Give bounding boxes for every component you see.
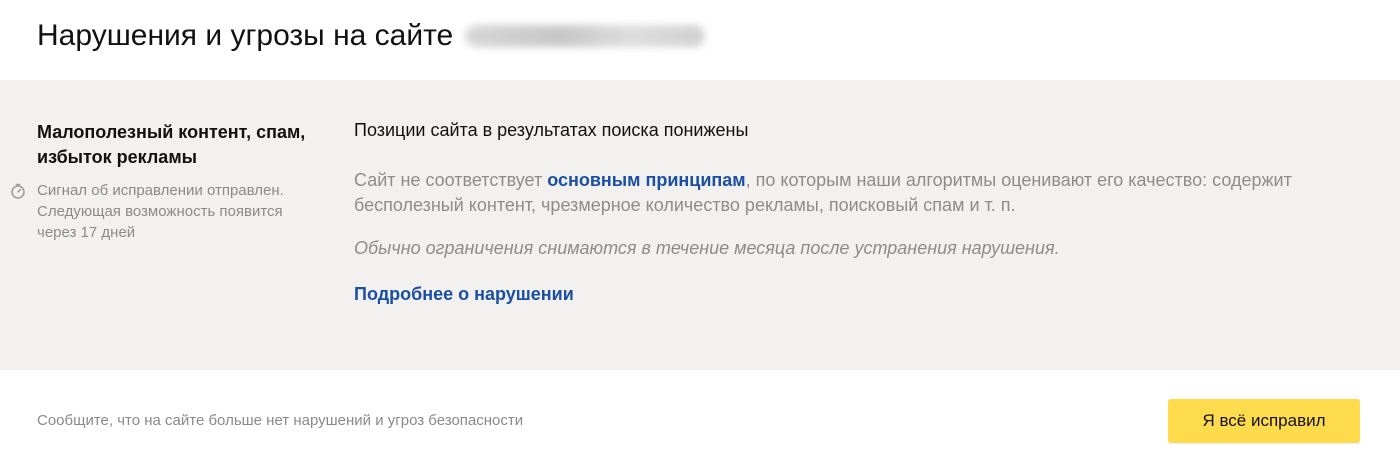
footer: Сообщите, что на сайте больше нет наруше… (0, 370, 1400, 455)
details-heading: Позиции сайта в результатах поиска пониж… (354, 120, 749, 140)
violation-name: Малополезный контент, спам, избыток рекл… (37, 122, 306, 167)
details-description: Сайт не соответствует основным принципам… (354, 168, 1354, 218)
principles-link[interactable]: основным принципам (547, 170, 745, 190)
footer-text: Сообщите, что на сайте больше нет наруше… (37, 412, 524, 429)
more-about-violation-link[interactable]: Подробнее о нарушении (354, 282, 574, 307)
blurred-domain (465, 25, 706, 47)
page-title-text: Нарушения и угрозы на сайте (37, 19, 454, 52)
violation-panel: Малополезный контент, спам, избыток рекл… (0, 80, 1400, 370)
fixed-button[interactable]: Я всё исправил (1168, 399, 1360, 443)
details-note: Обычно ограничения снимаются в течение м… (354, 238, 1060, 258)
page-title: Нарушения и угрозы на сайте (37, 16, 706, 56)
desc-text-before: Сайт не соответствует (354, 170, 548, 190)
page: Нарушения и угрозы на сайте Малополезный… (0, 0, 1400, 455)
timer-icon (10, 183, 26, 199)
violation-details: Позиции сайта в результатах поиска пониж… (354, 118, 1354, 307)
header: Нарушения и угрозы на сайте (0, 0, 1400, 80)
fix-status-text: Сигнал об исправлении отправлен. Следующ… (37, 182, 284, 241)
